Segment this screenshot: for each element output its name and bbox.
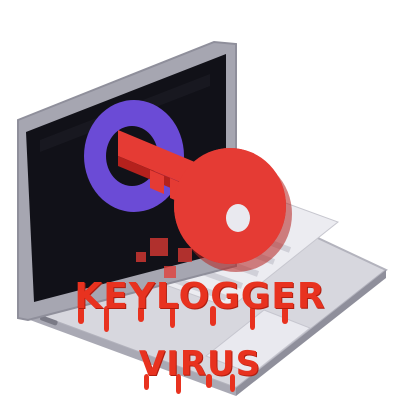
keylogger-illustration [17,40,388,396]
